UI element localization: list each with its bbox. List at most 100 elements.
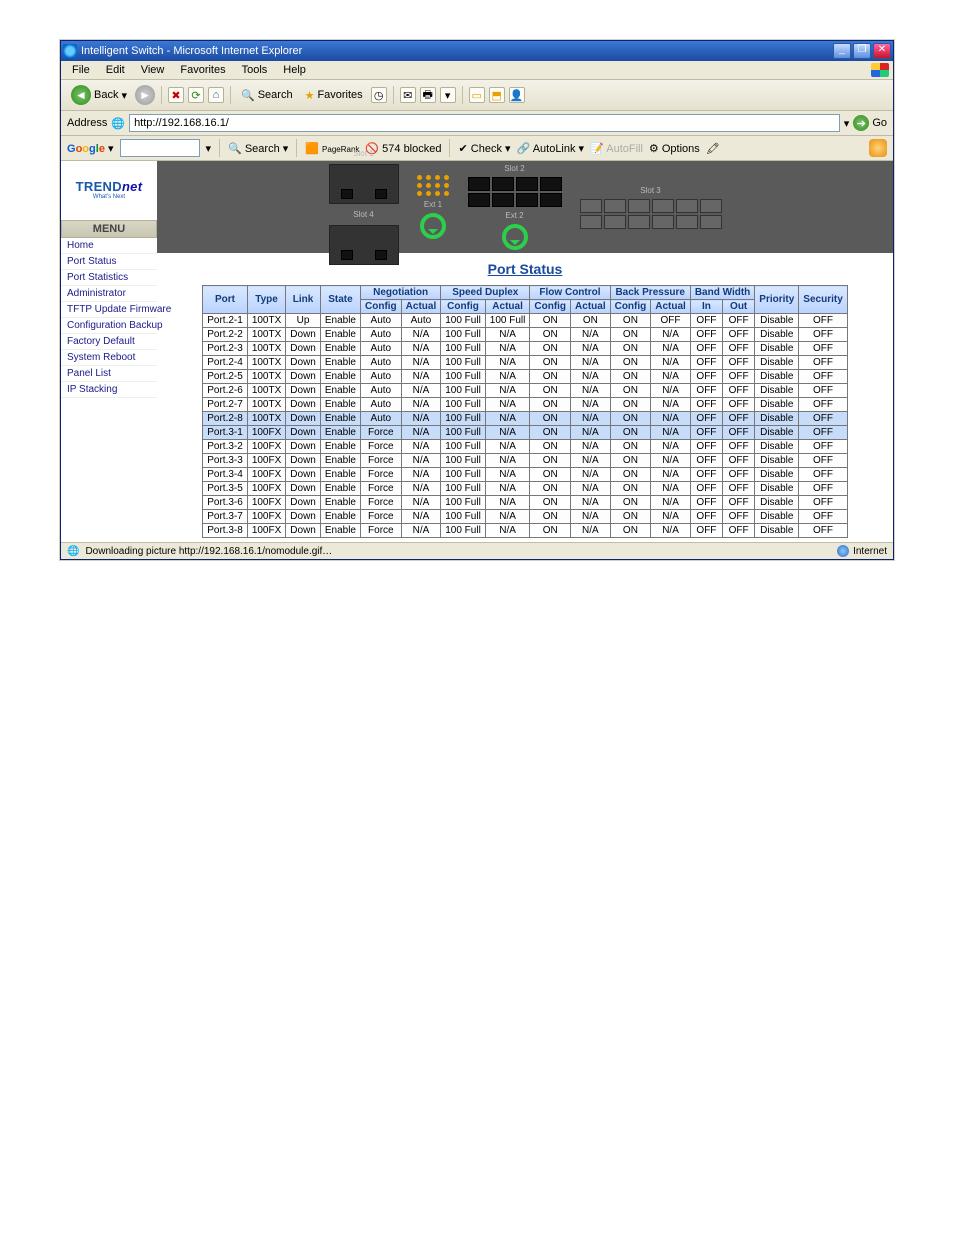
cell-type: 100FX xyxy=(247,524,285,538)
th-sd-actual[interactable]: Actual xyxy=(485,300,530,314)
table-row[interactable]: Port.2-4100TXDownEnableAutoN/A100 FullN/… xyxy=(203,356,848,370)
table-row[interactable]: Port.2-1100TXUpEnableAutoAuto100 Full100… xyxy=(203,314,848,328)
table-row[interactable]: Port.3-3100FXDownEnableForceN/A100 FullN… xyxy=(203,454,848,468)
table-row[interactable]: Port.3-8100FXDownEnableForceN/A100 FullN… xyxy=(203,524,848,538)
table-row[interactable]: Port.3-4100FXDownEnableForceN/A100 FullN… xyxy=(203,468,848,482)
table-row[interactable]: Port.2-3100TXDownEnableAutoN/A100 FullN/… xyxy=(203,342,848,356)
nav-item-system-reboot[interactable]: System Reboot xyxy=(61,350,157,366)
nav-item-ip-stacking[interactable]: IP Stacking xyxy=(61,382,157,398)
th-type[interactable]: Type xyxy=(247,286,285,314)
address-dropdown[interactable]: ▾ xyxy=(844,117,850,130)
th-bp-config[interactable]: Config xyxy=(610,300,651,314)
table-row[interactable]: Port.2-8100TXDownEnableAutoN/A100 FullN/… xyxy=(203,412,848,426)
print-button[interactable]: 🖶 xyxy=(420,87,436,103)
cell-bw_out: OFF xyxy=(723,412,755,426)
table-row[interactable]: Port.2-2100TXDownEnableAutoN/A100 FullN/… xyxy=(203,328,848,342)
nav-item-panel-list[interactable]: Panel List xyxy=(61,366,157,382)
section-title: Port Status xyxy=(157,261,893,277)
minimize-button[interactable]: _ xyxy=(833,43,851,59)
table-row[interactable]: Port.3-2100FXDownEnableForceN/A100 FullN… xyxy=(203,440,848,454)
google-news-icon[interactable] xyxy=(869,139,887,157)
messenger-button[interactable]: 👤 xyxy=(509,87,525,103)
th-flow-control[interactable]: Flow Control xyxy=(530,286,610,300)
nav-item-home[interactable]: Home xyxy=(61,238,157,254)
menu-edit[interactable]: Edit xyxy=(103,63,128,77)
google-search-dropdown[interactable]: ▾ xyxy=(206,142,212,155)
table-row[interactable]: Port.3-7100FXDownEnableForceN/A100 FullN… xyxy=(203,510,848,524)
google-logo[interactable]: Google ▾ xyxy=(67,142,114,155)
nav-item-configuration-backup[interactable]: Configuration Backup xyxy=(61,318,157,334)
ext2-label: Ext 2 xyxy=(505,211,523,220)
back-button[interactable]: ◄Back ▾ xyxy=(67,83,131,107)
th-fc-actual[interactable]: Actual xyxy=(571,300,611,314)
google-search-input[interactable] xyxy=(120,139,200,157)
cell-bp_c: ON xyxy=(610,384,651,398)
th-bw-in[interactable]: In xyxy=(690,300,722,314)
nav-item-tftp-update-firmware[interactable]: TFTP Update Firmware xyxy=(61,302,157,318)
table-row[interactable]: Port.2-7100TXDownEnableAutoN/A100 FullN/… xyxy=(203,398,848,412)
forward-button[interactable]: ► xyxy=(135,85,155,105)
nav-item-port-statistics[interactable]: Port Statistics xyxy=(61,270,157,286)
search-button[interactable]: 🔍Search xyxy=(237,87,297,104)
th-security[interactable]: Security xyxy=(799,286,847,314)
th-bw-out[interactable]: Out xyxy=(723,300,755,314)
th-neg-actual[interactable]: Actual xyxy=(401,300,441,314)
th-neg-config[interactable]: Config xyxy=(361,300,402,314)
th-back-pressure[interactable]: Back Pressure xyxy=(610,286,690,300)
table-row[interactable]: Port.3-5100FXDownEnableForceN/A100 FullN… xyxy=(203,482,848,496)
th-band-width[interactable]: Band Width xyxy=(690,286,754,300)
nav-item-port-status[interactable]: Port Status xyxy=(61,254,157,270)
nav-item-factory-default[interactable]: Factory Default xyxy=(61,334,157,350)
go-button[interactable]: ➔Go xyxy=(853,115,887,131)
google-highlight-button[interactable]: 🖍 xyxy=(706,142,720,155)
research-button[interactable]: ⬒ xyxy=(489,87,505,103)
th-priority[interactable]: Priority xyxy=(755,286,799,314)
google-options-button[interactable]: ⚙ Options xyxy=(649,142,700,155)
menu-tools[interactable]: Tools xyxy=(239,63,271,77)
cell-state: Enable xyxy=(320,384,360,398)
autofill-button[interactable]: 📝 AutoFill xyxy=(590,142,643,155)
table-row[interactable]: Port.3-6100FXDownEnableForceN/A100 FullN… xyxy=(203,496,848,510)
separator xyxy=(230,86,231,104)
autolink-button[interactable]: 🔗 AutoLink ▾ xyxy=(517,142,585,155)
home-button[interactable]: ⌂ xyxy=(208,87,224,103)
stop-button[interactable]: ✖ xyxy=(168,87,184,103)
menu-help[interactable]: Help xyxy=(280,63,309,77)
cell-fc_a: N/A xyxy=(571,328,611,342)
google-search-button[interactable]: 🔍 Search ▾ xyxy=(228,142,288,155)
slot2-module xyxy=(468,177,562,207)
th-link[interactable]: Link xyxy=(286,286,321,314)
cell-sd_c: 100 Full xyxy=(441,524,486,538)
refresh-button[interactable]: ⟳ xyxy=(188,87,204,103)
mail-button[interactable]: ✉ xyxy=(400,87,416,103)
th-state[interactable]: State xyxy=(320,286,360,314)
th-speed-duplex[interactable]: Speed Duplex xyxy=(441,286,530,300)
nav-item-administrator[interactable]: Administrator xyxy=(61,286,157,302)
cell-sd_a: N/A xyxy=(485,510,530,524)
slot3-module xyxy=(580,199,722,229)
close-button[interactable]: ✕ xyxy=(873,43,891,59)
table-row[interactable]: Port.2-5100TXDownEnableAutoN/A100 FullN/… xyxy=(203,370,848,384)
cell-bp_c: ON xyxy=(610,440,651,454)
menu-file[interactable]: File xyxy=(69,63,93,77)
favorites-button[interactable]: ★Favorites xyxy=(301,87,367,104)
table-row[interactable]: Port.2-6100TXDownEnableAutoN/A100 FullN/… xyxy=(203,384,848,398)
discuss-button[interactable]: ▭ xyxy=(469,87,485,103)
th-negotiation[interactable]: Negotiation xyxy=(361,286,441,300)
cell-fc_c: ON xyxy=(530,482,571,496)
menu-view[interactable]: View xyxy=(138,63,168,77)
th-bp-actual[interactable]: Actual xyxy=(651,300,691,314)
cell-sd_a: N/A xyxy=(485,440,530,454)
cell-bp_a: N/A xyxy=(651,398,691,412)
th-fc-config[interactable]: Config xyxy=(530,300,571,314)
device-panel: Slot 1 Slot 4 Ext 1 xyxy=(157,161,893,253)
table-row[interactable]: Port.3-1100FXDownEnableForceN/A100 FullN… xyxy=(203,426,848,440)
history-button[interactable]: ◷ xyxy=(371,87,387,103)
th-port[interactable]: Port xyxy=(203,286,248,314)
menu-favorites[interactable]: Favorites xyxy=(177,63,228,77)
th-sd-config[interactable]: Config xyxy=(441,300,486,314)
address-input[interactable] xyxy=(129,114,840,132)
spellcheck-button[interactable]: ✔ Check ▾ xyxy=(458,142,510,155)
restore-button[interactable]: ❐ xyxy=(853,43,871,59)
edit-button[interactable]: ▾ xyxy=(440,87,456,103)
